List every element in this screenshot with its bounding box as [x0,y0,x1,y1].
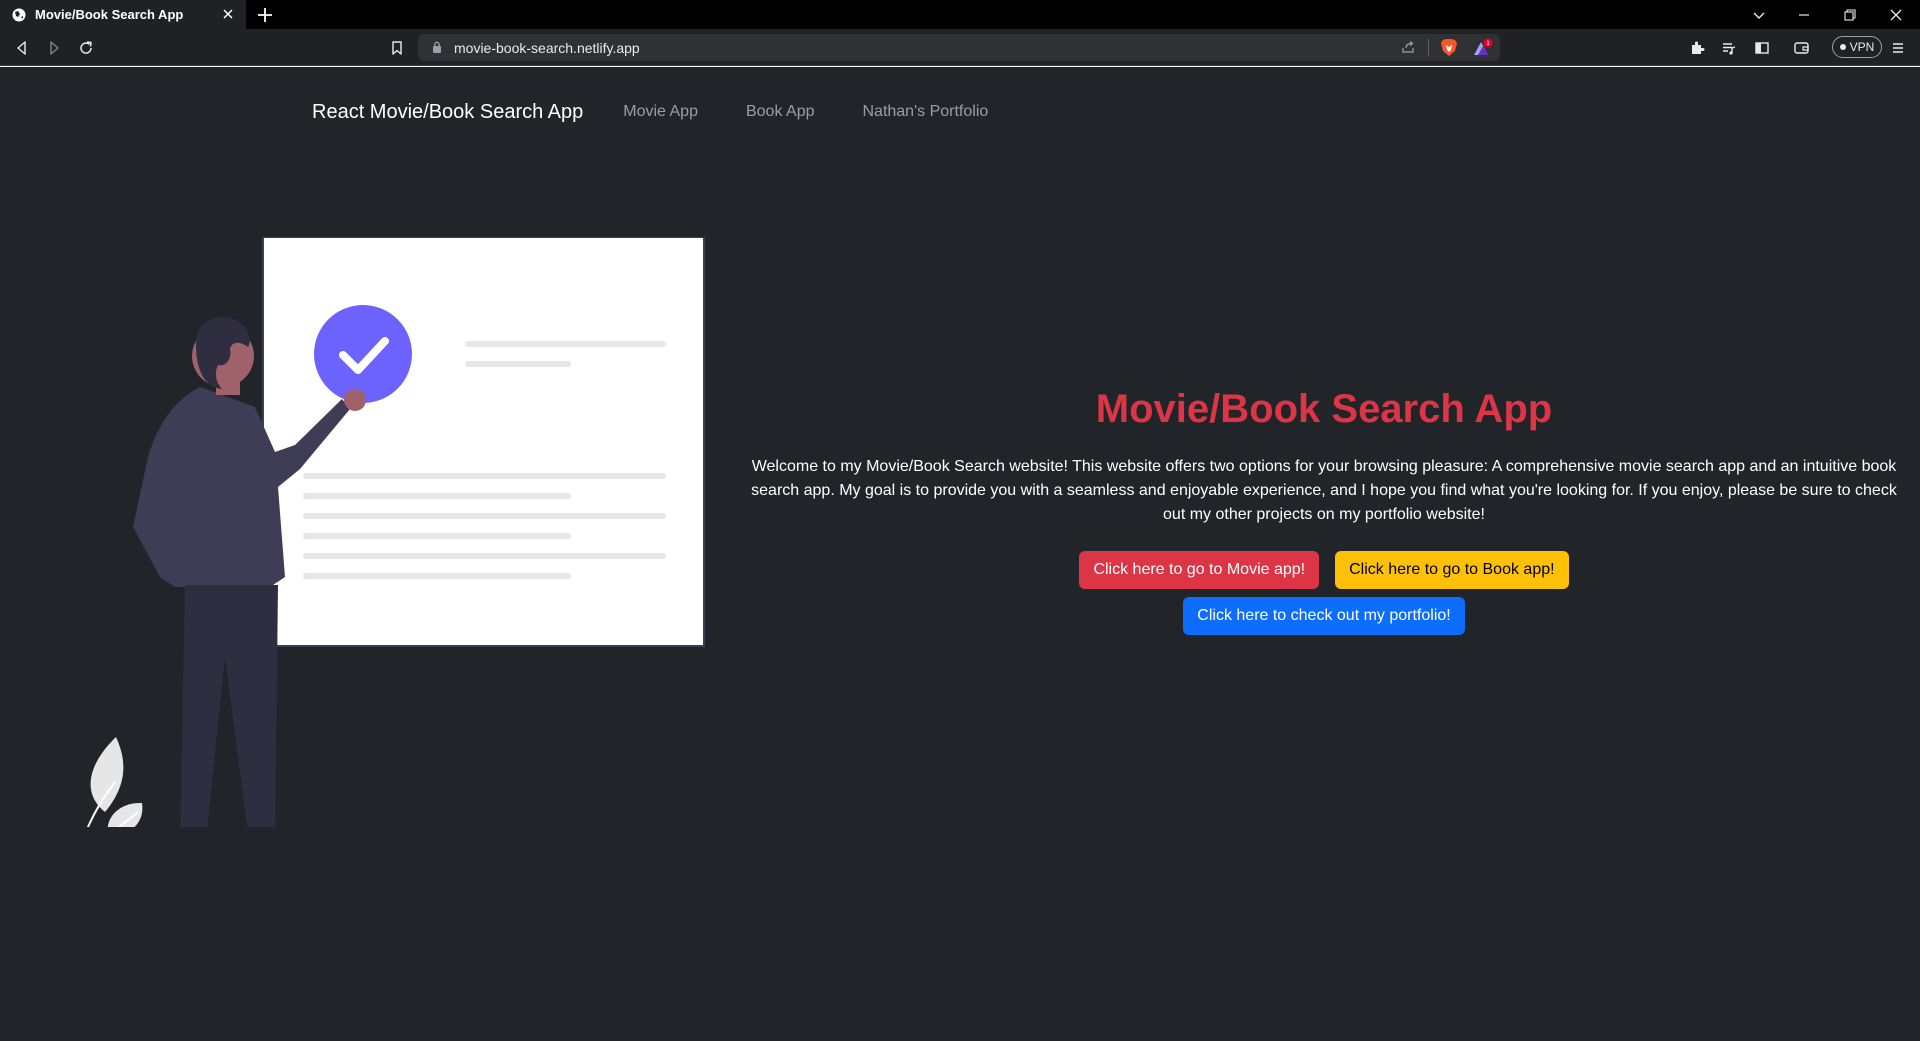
plus-icon[interactable] [255,5,275,25]
browser-tab[interactable]: Movie/Book Search App [0,0,246,29]
globe-icon [12,8,26,21]
extensions-icon[interactable] [1686,37,1708,59]
browser-toolbar: movie-book-search.netlify.app 1 VPN [0,29,1920,66]
vpn-button[interactable]: VPN [1832,36,1882,58]
document-card [262,237,705,647]
nav-link-portfolio[interactable]: Nathan's Portfolio [862,103,988,121]
page-content: React Movie/Book Search App Movie App Bo… [0,67,1920,1041]
plant-decoration [86,737,143,827]
back-icon[interactable] [11,37,33,59]
address-bar-divider [1428,39,1429,56]
nav-link-book-app[interactable]: Book App [746,103,815,121]
reload-icon[interactable] [75,37,97,59]
check-circle-icon [314,305,412,403]
hero-button-row-2: Click here to check out my portfolio! [748,597,1900,635]
hero-button-row: Click here to go to Movie app! Click her… [748,551,1900,589]
tab-title: Movie/Book Search App [35,7,184,22]
hero-illustration [86,237,705,827]
bookmark-icon[interactable] [386,37,408,59]
movie-app-button[interactable]: Click here to go to Movie app! [1079,551,1320,589]
navbar-brand[interactable]: React Movie/Book Search App [312,101,583,124]
share-icon[interactable] [1400,39,1416,55]
sidebar-icon[interactable] [1751,37,1773,59]
close-icon[interactable] [220,6,236,22]
minimize-icon[interactable] [1793,4,1815,26]
hero-title: Movie/Book Search App [1095,387,1553,431]
brave-shield-icon[interactable] [1440,38,1458,57]
portfolio-button[interactable]: Click here to check out my portfolio! [1183,597,1465,635]
menu-icon[interactable] [1887,37,1909,59]
vpn-label: VPN [1849,40,1875,54]
brave-rewards-icon[interactable]: 1 [1472,38,1494,57]
vpn-status-dot [1839,44,1846,50]
site-navbar: React Movie/Book Search App Movie App Bo… [312,97,988,127]
lock-icon[interactable] [432,41,442,53]
restore-icon[interactable] [1839,4,1861,26]
chevron-down-icon[interactable] [1748,4,1770,26]
nav-link-movie-app[interactable]: Movie App [623,103,698,121]
close-window-icon[interactable] [1885,4,1907,26]
playlist-icon[interactable] [1718,37,1740,59]
book-app-button[interactable]: Click here to go to Book app! [1335,551,1569,589]
wallet-icon[interactable] [1790,37,1812,59]
hero-description: Welcome to my Movie/Book Search website!… [751,458,1897,523]
url-text[interactable]: movie-book-search.netlify.app [454,40,640,56]
browser-tab-bar: Movie/Book Search App [0,0,1920,29]
hero-section: Movie/Book Search App Welcome to my Movi… [748,385,1900,635]
forward-icon[interactable] [43,37,65,59]
address-bar[interactable]: movie-book-search.netlify.app 1 [418,34,1500,61]
